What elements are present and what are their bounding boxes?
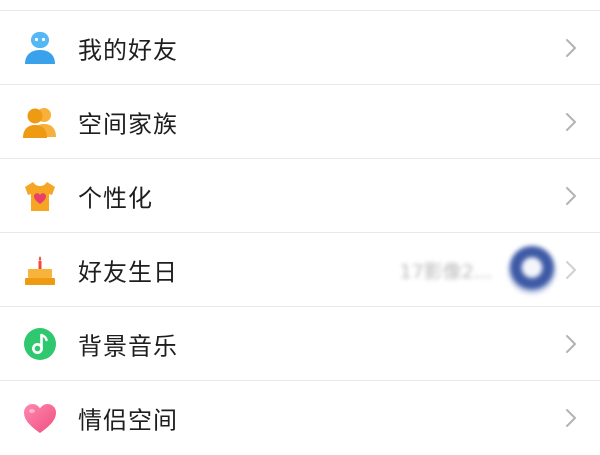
music-note-icon xyxy=(22,326,58,362)
menu-item-label: 我的好友 xyxy=(78,36,178,65)
chevron-right-icon xyxy=(564,333,578,355)
friends-person-icon xyxy=(22,30,58,66)
menu-item-personalize[interactable]: 个性化 xyxy=(0,159,600,233)
heart-icon xyxy=(22,400,58,436)
chevron-right-icon xyxy=(564,111,578,133)
menu-list: 我的好友 空间家族 个性化 好友生日 17影像2... 背景音乐 情侣空间 xyxy=(0,0,600,450)
birthday-preview-text: 17影像2... xyxy=(399,260,492,283)
birthday-cake-icon xyxy=(22,252,58,288)
menu-item-label: 好友生日 xyxy=(78,258,178,287)
tshirt-heart-icon xyxy=(22,178,58,214)
menu-item-space-family[interactable]: 空间家族 xyxy=(0,85,600,159)
menu-item-background-music[interactable]: 背景音乐 xyxy=(0,307,600,381)
avatar xyxy=(508,246,556,294)
menu-item-label: 情侣空间 xyxy=(78,406,178,435)
menu-item-friend-birthday[interactable]: 好友生日 17影像2... xyxy=(0,233,600,307)
chevron-right-icon xyxy=(564,407,578,429)
chevron-right-icon xyxy=(564,185,578,207)
menu-item-my-friends[interactable]: 我的好友 xyxy=(0,11,600,85)
chevron-right-icon xyxy=(564,259,578,281)
menu-item-couple-space[interactable]: 情侣空间 xyxy=(0,381,600,455)
chevron-right-icon xyxy=(564,37,578,59)
menu-item-label: 个性化 xyxy=(78,184,153,213)
family-group-icon xyxy=(22,104,58,140)
menu-item-label: 背景音乐 xyxy=(78,332,178,361)
menu-item-label: 空间家族 xyxy=(78,110,178,139)
birthday-preview: 17影像2... xyxy=(400,245,556,295)
